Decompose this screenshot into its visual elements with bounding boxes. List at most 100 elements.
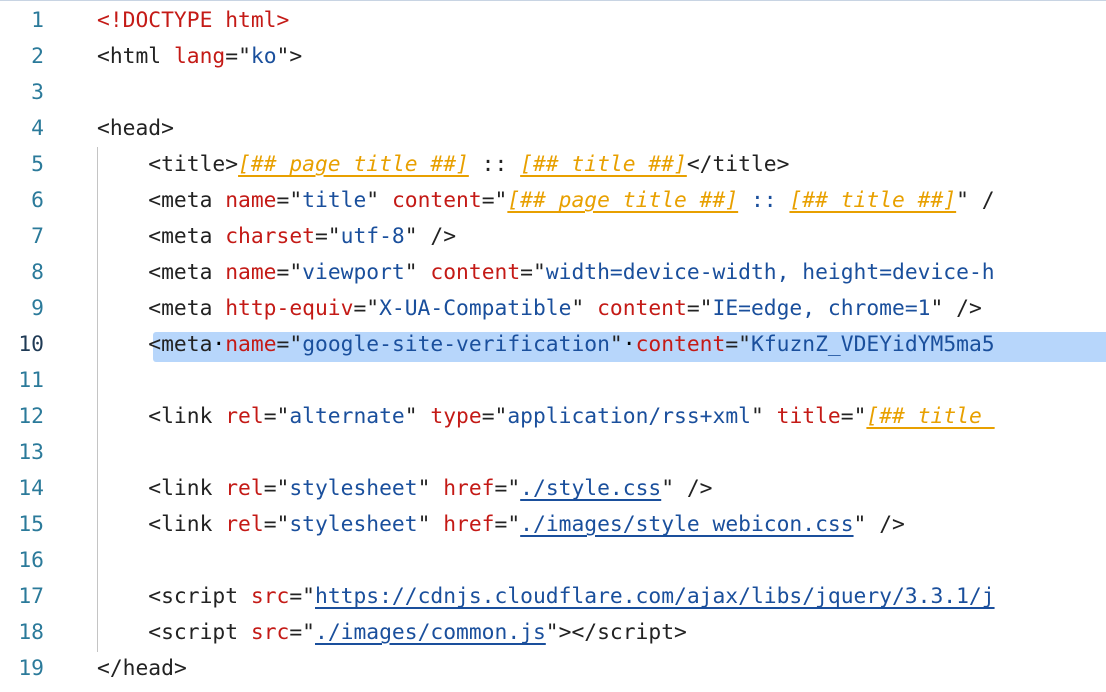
code-line[interactable]: 17 <script src="https://cdnjs.cloudflare… bbox=[0, 579, 1106, 615]
code-token: href bbox=[443, 512, 495, 537]
code-token: =" bbox=[289, 620, 315, 645]
line-number: 18 bbox=[18, 620, 44, 645]
code-line[interactable]: 11 bbox=[0, 363, 1106, 399]
code-text: <script src="./images/common.js"></scrip… bbox=[97, 615, 687, 651]
code-token: = bbox=[225, 44, 239, 69]
line-number: 14 bbox=[18, 476, 44, 501]
code-text: <meta charset="utf-8" /> bbox=[97, 219, 456, 255]
code-token: =" bbox=[725, 332, 751, 357]
code-line[interactable]: 1 <!DOCTYPE html> bbox=[0, 3, 1106, 39]
line-number: 9 bbox=[31, 296, 44, 321]
line-number: 2 bbox=[31, 44, 44, 69]
code-token: " /> bbox=[853, 512, 905, 537]
code-token: X-UA-Compatible bbox=[379, 296, 572, 321]
code-token[interactable]: ./images/common.js bbox=[315, 620, 546, 645]
code-line[interactable]: 4 <head> bbox=[0, 111, 1106, 147]
code-token[interactable]: ./images/style_webicon.css bbox=[520, 512, 853, 537]
code-token: =" bbox=[494, 512, 521, 537]
code-token: href bbox=[443, 476, 495, 501]
code-token: name bbox=[225, 332, 277, 357]
code-token: =" bbox=[520, 260, 546, 285]
code-token: meta bbox=[161, 260, 226, 285]
line-number: 19 bbox=[18, 656, 44, 681]
code-token: </ bbox=[686, 152, 713, 177]
code-line[interactable]: 6 <meta name="title" content="[##_page_t… bbox=[0, 183, 1106, 219]
code-token: name bbox=[225, 188, 277, 213]
code-token: head bbox=[109, 116, 162, 141]
code-token: · bbox=[212, 332, 226, 357]
code-token: " bbox=[366, 188, 392, 213]
code-token: " bbox=[417, 512, 444, 537]
line-number: 10 bbox=[18, 332, 44, 357]
code-token: [##_title_ bbox=[866, 404, 995, 429]
code-token: content bbox=[430, 260, 521, 285]
code-token: " /> bbox=[930, 296, 982, 321]
code-line[interactable]: 3 bbox=[0, 75, 1106, 111]
code-line[interactable]: 5 <title>[##_page_title_##] :: [##_title… bbox=[0, 147, 1106, 183]
code-token: =" bbox=[263, 512, 290, 537]
code-token: utf-8 bbox=[340, 224, 405, 249]
code-line[interactable]: 18 <script src="./images/common.js"></sc… bbox=[0, 615, 1106, 651]
code-line[interactable]: 19 </head> bbox=[0, 651, 1106, 687]
code-line[interactable]: 12 <link rel="alternate" type="applicati… bbox=[0, 399, 1106, 435]
code-token: meta bbox=[161, 296, 226, 321]
code-token: html bbox=[109, 44, 174, 69]
code-token: </ bbox=[97, 656, 123, 681]
code-line[interactable]: 8 <meta name="viewport" content="width=d… bbox=[0, 255, 1106, 291]
code-token: > bbox=[225, 152, 239, 177]
code-text: <html lang="ko"> bbox=[97, 39, 302, 75]
code-token: content bbox=[597, 296, 687, 321]
code-token: < bbox=[97, 476, 162, 501]
code-token: title bbox=[302, 188, 367, 213]
code-token: > bbox=[674, 620, 687, 645]
code-token: < bbox=[97, 152, 162, 177]
line-number: 3 bbox=[31, 80, 44, 105]
code-token: > bbox=[776, 152, 790, 177]
code-token: ko bbox=[250, 44, 277, 69]
code-token: src bbox=[250, 584, 290, 609]
code-token: =" bbox=[276, 188, 303, 213]
code-token: > bbox=[161, 116, 174, 141]
code-line[interactable]: 2 <html lang="ko"> bbox=[0, 39, 1106, 75]
code-token: > bbox=[173, 656, 187, 681]
code-token: rel bbox=[225, 404, 264, 429]
code-token: content bbox=[391, 188, 482, 213]
code-token: =" bbox=[263, 404, 290, 429]
code-line[interactable]: 7 <meta charset="utf-8" /> bbox=[0, 219, 1106, 255]
code-token: [##_title_##] bbox=[520, 152, 687, 177]
code-text: <head> bbox=[97, 111, 174, 147]
code-token: " bbox=[571, 296, 598, 321]
code-line[interactable]: 14 <link rel="stylesheet" href="./style.… bbox=[0, 471, 1106, 507]
code-text: <title>[##_page_title_##] :: [##_title_#… bbox=[97, 147, 789, 183]
code-token: script bbox=[161, 620, 251, 645]
code-token: · bbox=[622, 332, 636, 357]
code-token: " bbox=[404, 404, 431, 429]
code-token: "></ bbox=[545, 620, 598, 645]
code-token: =" bbox=[263, 476, 290, 501]
code-token: meta bbox=[161, 188, 226, 213]
code-text: <meta http-equiv="X-UA-Compatible" conte… bbox=[97, 291, 982, 327]
code-line[interactable]: 9 <meta http-equiv="X-UA-Compatible" con… bbox=[0, 291, 1106, 327]
code-line[interactable]: 13 bbox=[0, 435, 1106, 471]
code-token: =" bbox=[353, 296, 380, 321]
line-number: 17 bbox=[18, 584, 44, 609]
code-line[interactable]: 10 <meta·name="google-site-verification"… bbox=[0, 327, 1106, 363]
code-token: < bbox=[97, 116, 110, 141]
line-number: 16 bbox=[18, 548, 44, 573]
code-token: stylesheet bbox=[289, 512, 418, 537]
code-token: name bbox=[225, 260, 277, 285]
code-token: [##_page_title_##] bbox=[507, 188, 739, 213]
code-text: <link rel="stylesheet" href="./images/st… bbox=[97, 507, 905, 543]
code-token: [##_title_##] bbox=[789, 188, 957, 213]
code-line[interactable]: 16 bbox=[0, 543, 1106, 579]
code-text: <link rel="alternate" type="application/… bbox=[97, 399, 995, 435]
code-token: =" bbox=[481, 404, 508, 429]
code-token: IE=edge, chrome=1 bbox=[712, 296, 931, 321]
code-token[interactable]: https://cdnjs.cloudflare.com/ajax/libs/j… bbox=[315, 584, 995, 609]
code-token[interactable]: ./style.css bbox=[520, 476, 661, 501]
code-editor[interactable]: 1 <!DOCTYPE html> 2 <html lang="ko"> 3 4 <head… bbox=[0, 0, 1106, 692]
code-line[interactable]: 15 <link rel="stylesheet" href="./images… bbox=[0, 507, 1106, 543]
code-token: KfuznZ_VDEYidYM5ma5 bbox=[751, 332, 995, 357]
code-token: " /> bbox=[661, 476, 713, 501]
code-text: </head> bbox=[97, 651, 187, 687]
